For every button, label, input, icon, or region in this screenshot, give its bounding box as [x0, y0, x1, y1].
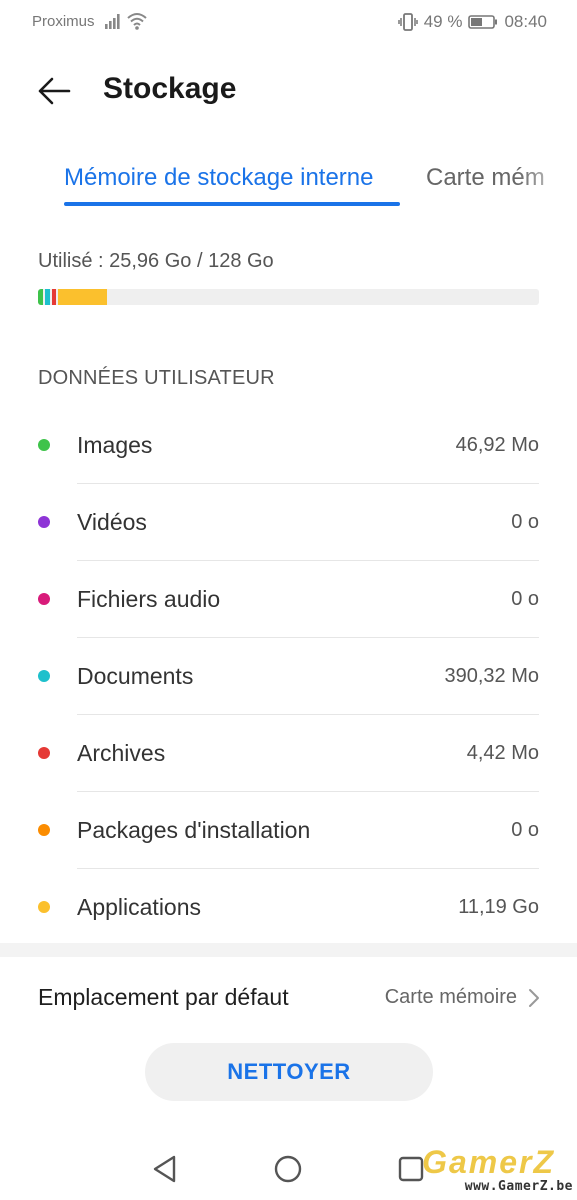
section-title-user-data: DONNÉES UTILISATEUR: [38, 367, 275, 389]
item-label: Packages d'installation: [77, 817, 311, 843]
wifi-icon: [127, 13, 147, 30]
item-size: 46,92 Mo: [455, 434, 539, 456]
clock: 08:40: [504, 12, 547, 31]
status-right-group: 49 % 08:40: [397, 11, 547, 33]
list-item-images[interactable]: Images 46,92 Mo: [0, 407, 577, 484]
battery-percent: 49 %: [423, 12, 463, 31]
item-size: 0 o: [511, 511, 539, 533]
storage-tabs: Mémoire de stockage interne Carte mém: [0, 160, 577, 210]
list-item-documents[interactable]: Documents 390,32 Mo: [0, 638, 577, 715]
item-size: 11,19 Go: [458, 896, 539, 918]
default-location-value: Carte mémoire: [384, 986, 517, 1008]
list-item-applications[interactable]: Applications 11,19 Go: [0, 869, 577, 946]
color-dot: [38, 516, 50, 528]
tab-internal-storage[interactable]: Mémoire de stockage interne: [64, 164, 374, 192]
user-data-list: Images 46,92 Mo Vidéos 0 o Fichiers audi…: [0, 407, 577, 946]
back-button[interactable]: [34, 71, 74, 111]
color-dot: [38, 824, 50, 836]
default-location-label: Emplacement par défaut: [38, 984, 289, 1010]
storage-used-text: Utilisé : 25,96 Go / 128 Go: [38, 250, 274, 272]
list-item-packages[interactable]: Packages d'installation 0 o: [0, 792, 577, 869]
item-label: Vidéos: [77, 509, 147, 535]
vibrate-icon: [397, 13, 418, 31]
active-tab-indicator: [64, 202, 400, 206]
chevron-right-icon: [529, 989, 539, 1007]
default-location-row[interactable]: Emplacement par défaut Carte mémoire: [0, 967, 577, 1027]
carrier-label: Proximus: [32, 13, 95, 30]
page-title: Stockage: [103, 72, 237, 105]
list-item-audio[interactable]: Fichiers audio 0 o: [0, 561, 577, 638]
item-label: Fichiers audio: [77, 586, 221, 612]
battery-icon: [468, 15, 498, 29]
status-bar: Proximus 49 % 08:40: [0, 0, 577, 44]
item-label: Archives: [77, 740, 166, 766]
color-dot: [38, 901, 50, 913]
watermark-logo: GamerZ: [422, 1144, 555, 1180]
signal-icon: [105, 14, 120, 29]
list-item-videos[interactable]: Vidéos 0 o: [0, 484, 577, 561]
item-label: Images: [77, 432, 153, 458]
item-size: 4,42 Mo: [466, 742, 539, 764]
color-dot: [38, 593, 50, 605]
section-separator: [0, 943, 577, 957]
storage-usage-bar: [38, 289, 539, 305]
arrow-left-icon: [38, 77, 71, 105]
item-size: 0 o: [511, 819, 539, 841]
app-bar: Stockage: [0, 60, 577, 120]
color-dot: [38, 670, 50, 682]
item-size: 0 o: [511, 588, 539, 610]
item-size: 390,32 Mo: [444, 665, 539, 687]
nav-back-icon[interactable]: [148, 1152, 182, 1186]
color-dot: [38, 747, 50, 759]
usage-segment-applications: [58, 289, 107, 305]
watermark: GamerZ www.GamerZ.be: [388, 1142, 577, 1200]
nav-home-icon[interactable]: [271, 1152, 305, 1186]
item-label: Documents: [77, 663, 194, 689]
list-item-archives[interactable]: Archives 4,42 Mo: [0, 715, 577, 792]
tab-memory-card[interactable]: Carte mém: [426, 164, 545, 192]
color-dot: [38, 439, 50, 451]
watermark-url: www.GamerZ.be: [464, 1179, 573, 1194]
item-label: Applications: [77, 894, 202, 920]
clean-button[interactable]: NETTOYER: [145, 1043, 433, 1101]
